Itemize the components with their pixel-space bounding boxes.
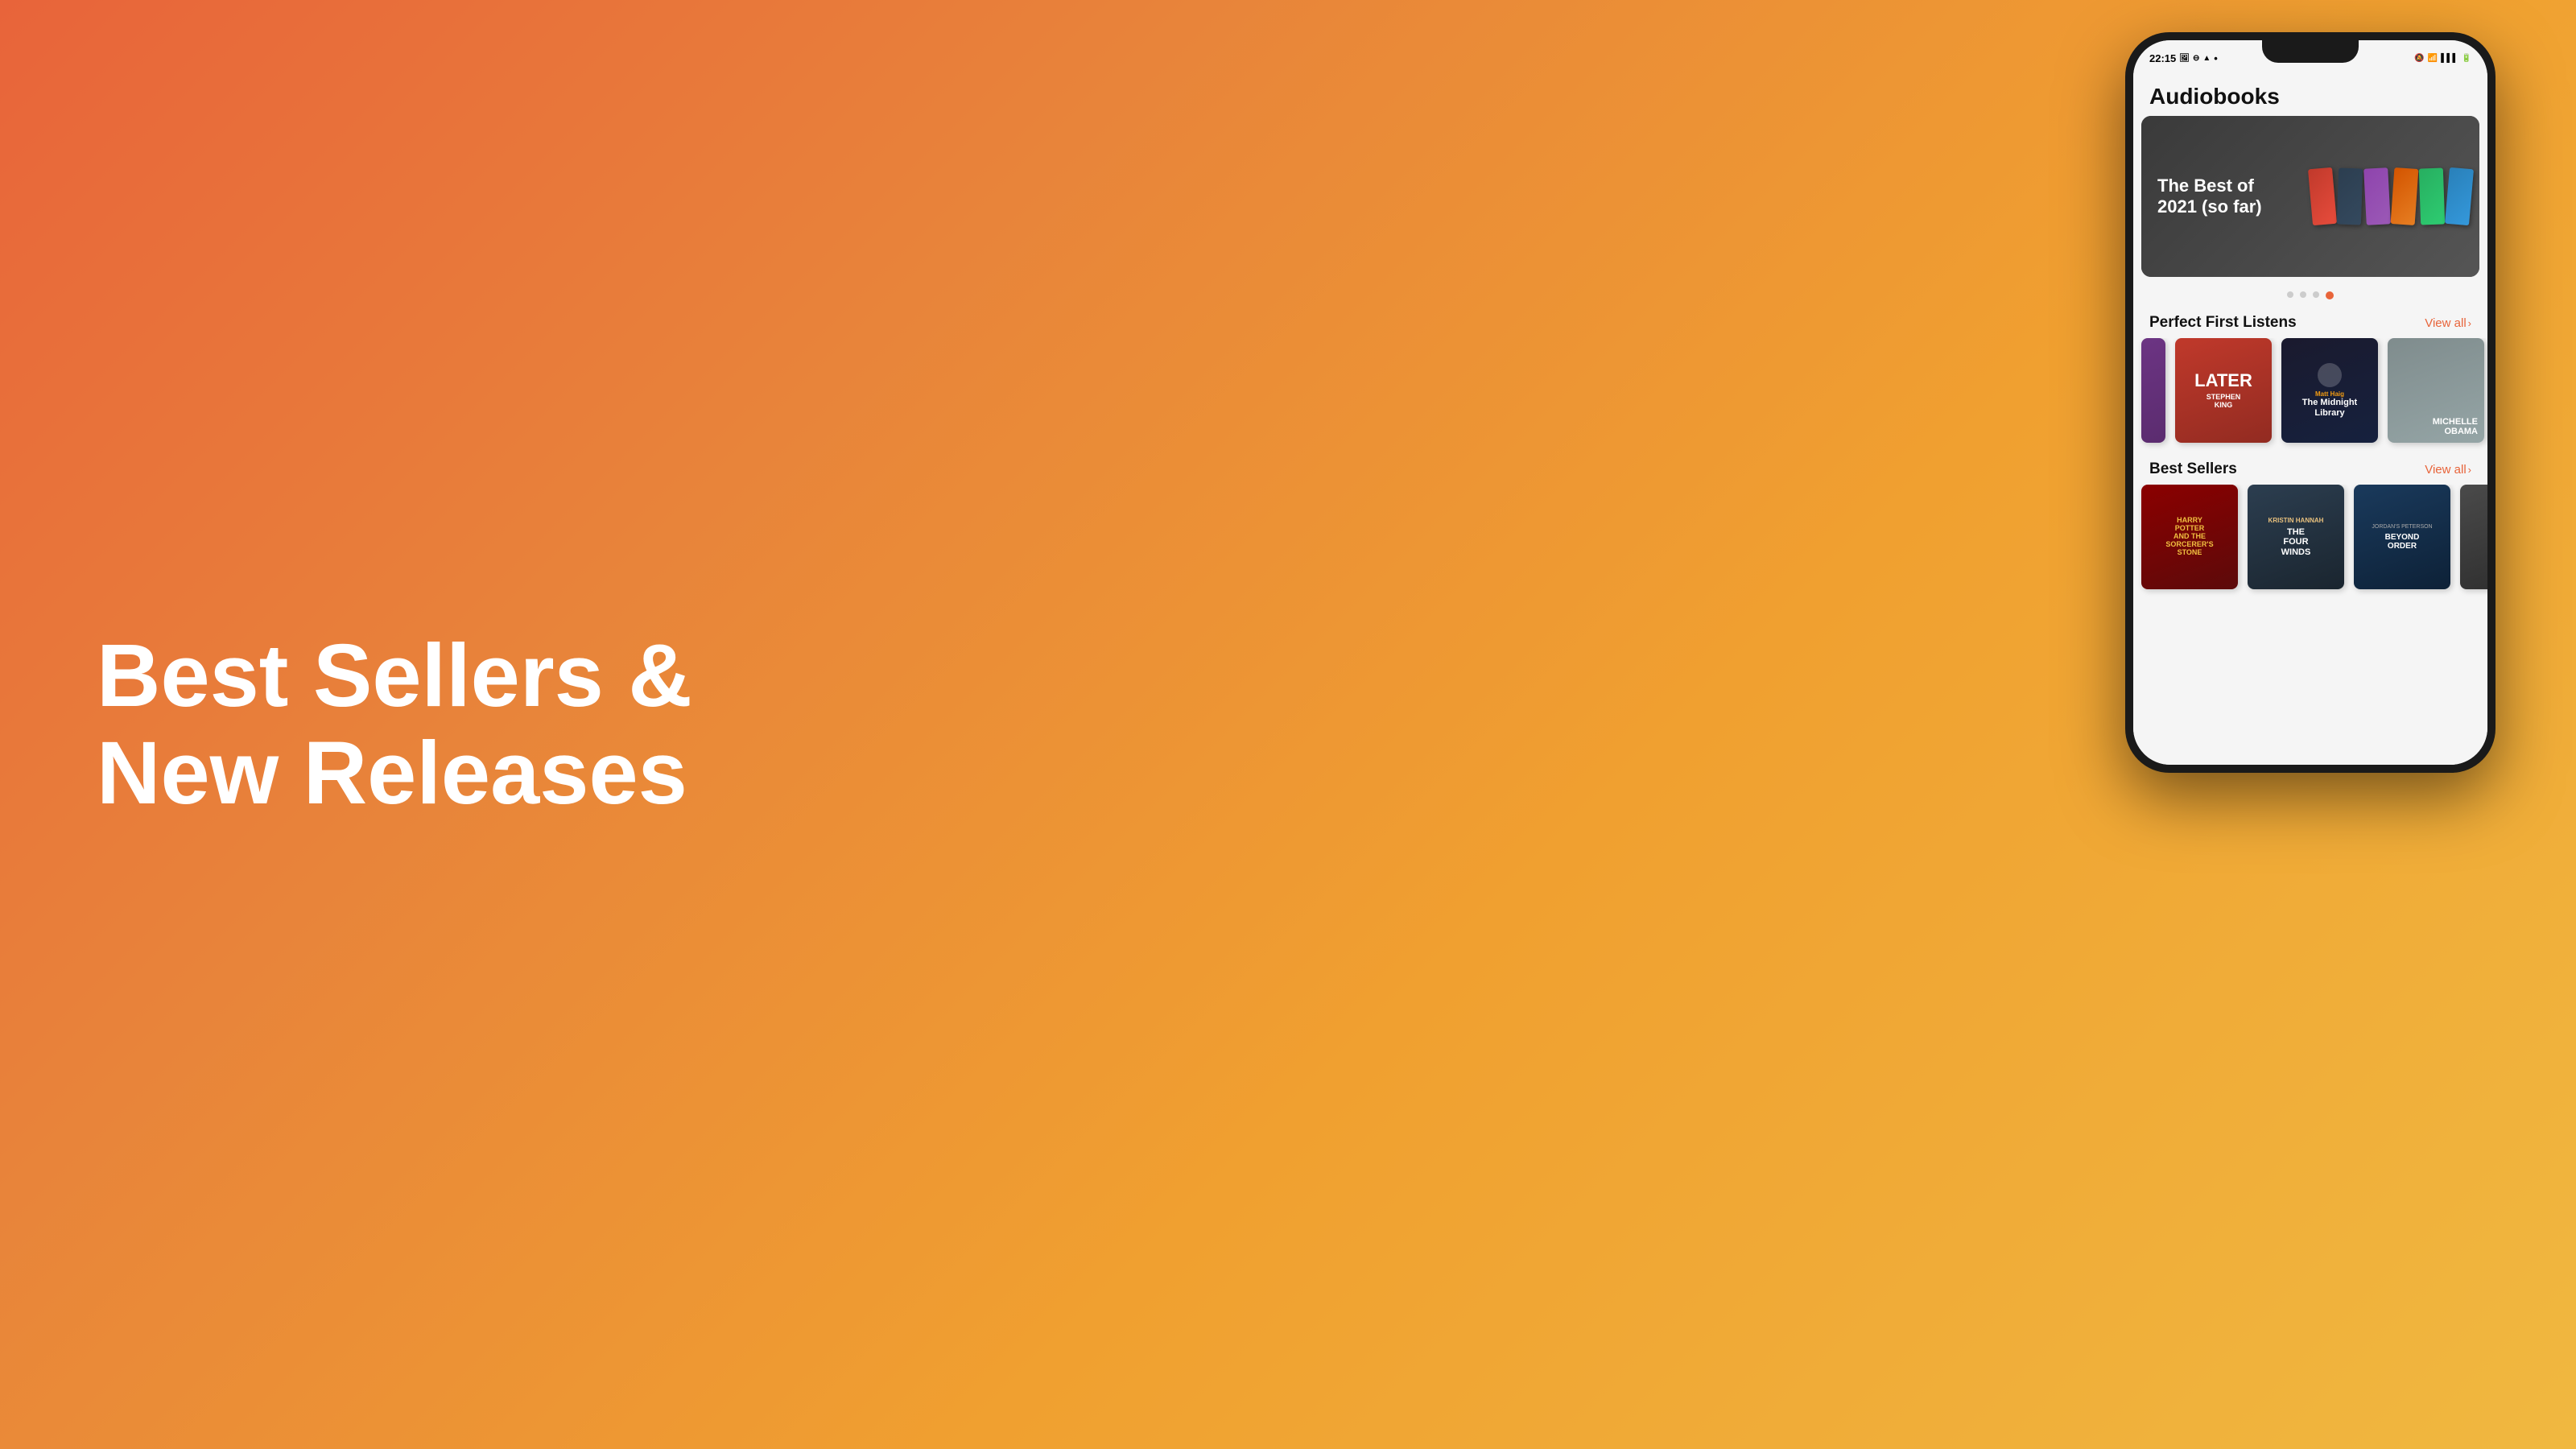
mute-icon: 🔕	[2414, 54, 2424, 63]
book-midnight-library[interactable]: Matt Haig The Midnight Library	[2281, 338, 2378, 443]
banner-book-6	[2445, 167, 2474, 225]
perfect-first-listens-view-all[interactable]: View all ›	[2425, 316, 2471, 330]
carousel-dots	[2133, 285, 2487, 306]
book-later-title: LATER	[2194, 372, 2252, 390]
status-time: 22:15	[2149, 52, 2176, 64]
book-four-winds[interactable]: KRISTIN HANNAH THEFOURWINDS	[2248, 485, 2344, 589]
banner-books	[2310, 124, 2471, 269]
banner-book-4	[2391, 167, 2419, 225]
phone-screen: 22:15 🖼 ⊖ ▲ • 🔕 📶 ▌▌▌ 🔋 Audiobooks	[2133, 40, 2487, 765]
status-dot: •	[2214, 52, 2218, 64]
perfect-first-listens-header: Perfect First Listens View all ›	[2133, 306, 2487, 338]
banner-content: The Best of 2021 (so far)	[2141, 116, 2479, 277]
best-sellers-chevron: ›	[2468, 464, 2471, 476]
banner-book-1	[2308, 167, 2337, 225]
dot-2[interactable]	[2300, 291, 2306, 298]
battery-icon: 🔋	[2462, 54, 2471, 63]
phone-frame: 22:15 🖼 ⊖ ▲ • 🔕 📶 ▌▌▌ 🔋 Audiobooks	[2125, 32, 2496, 773]
wifi-icon: 📶	[2428, 54, 2438, 63]
four-winds-author: KRISTIN HANNAH	[2268, 517, 2324, 524]
banner-text: The Best of 2021 (so far)	[2157, 175, 2286, 218]
midnight-author: Matt Haig	[2315, 390, 2344, 398]
book-harry-potter[interactable]: HARRYPOTTERand theSORCERER'SSTONE	[2141, 485, 2238, 589]
book-beyond-order[interactable]: JORDAN'S PETERSON BEYONDORDER	[2354, 485, 2450, 589]
best-sellers-books[interactable]: HARRYPOTTERand theSORCERER'SSTONE KRISTI…	[2133, 485, 2487, 599]
hero-line1: Best Sellers &	[97, 627, 692, 724]
perfect-first-listens-chevron: ›	[2468, 317, 2471, 329]
book-cut-left[interactable]	[2141, 338, 2165, 443]
hero-text: Best Sellers & New Releases	[97, 627, 692, 822]
best-sellers-header: Best Sellers View all ›	[2133, 452, 2487, 485]
hero-line2: New Releases	[97, 724, 692, 822]
best-sellers-view-all-label: View all	[2425, 463, 2466, 477]
perfect-first-listens-view-all-label: View all	[2425, 316, 2466, 330]
status-bar-right: 🔕 📶 ▌▌▌ 🔋	[2414, 54, 2471, 63]
banner-carousel[interactable]: The Best of 2021 (so far)	[2141, 116, 2479, 277]
perfect-first-listens-title: Perfect First Listens	[2149, 314, 2297, 332]
banner-book-3	[2363, 167, 2391, 225]
status-icon2: ⊖	[2193, 54, 2199, 63]
four-winds-title: THEFOURWINDS	[2281, 527, 2311, 556]
book-becoming[interactable]: MICHELLEOBAMA	[2388, 338, 2484, 443]
midnight-circle-decoration	[2318, 363, 2342, 387]
hp-title: HARRYPOTTERand theSORCERER'SSTONE	[2165, 517, 2213, 556]
status-icon1: 🖼	[2179, 54, 2190, 63]
becoming-author: MICHELLEOBAMA	[2433, 417, 2478, 436]
phone-notch	[2262, 40, 2359, 63]
app-header: Audiobooks	[2133, 76, 2487, 116]
perfect-first-listens-books[interactable]: LATER STEPHENKING Matt Haig The Midnight…	[2133, 338, 2487, 452]
best-sellers-title: Best Sellers	[2149, 460, 2237, 478]
status-icon3: ▲	[2202, 54, 2211, 63]
best-sellers-view-all[interactable]: View all ›	[2425, 463, 2471, 477]
beyond-order-title: BEYONDORDER	[2385, 533, 2420, 551]
signal-icon: ▌▌▌	[2441, 54, 2458, 63]
banner-book-5	[2419, 167, 2445, 225]
banner-book-2	[2337, 167, 2363, 225]
screen-content[interactable]: Audiobooks The Best of 2021 (so far)	[2133, 76, 2487, 765]
midnight-title: The Midnight Library	[2288, 398, 2372, 417]
phone-mockup: 22:15 🖼 ⊖ ▲ • 🔕 📶 ▌▌▌ 🔋 Audiobooks	[2125, 32, 2512, 773]
app-title: Audiobooks	[2149, 84, 2471, 109]
status-bar-left: 22:15 🖼 ⊖ ▲ •	[2149, 52, 2218, 64]
book-later[interactable]: LATER STEPHENKING	[2175, 338, 2272, 443]
dot-4-active[interactable]	[2326, 291, 2334, 299]
dot-3[interactable]	[2313, 291, 2319, 298]
book-later-author: STEPHENKING	[2207, 393, 2241, 409]
book-guest-list[interactable]: Lucy Foley THEGUESTLIST 🎯	[2460, 485, 2487, 589]
beyond-order-author: JORDAN'S PETERSON	[2372, 524, 2432, 530]
dot-1[interactable]	[2287, 291, 2293, 298]
